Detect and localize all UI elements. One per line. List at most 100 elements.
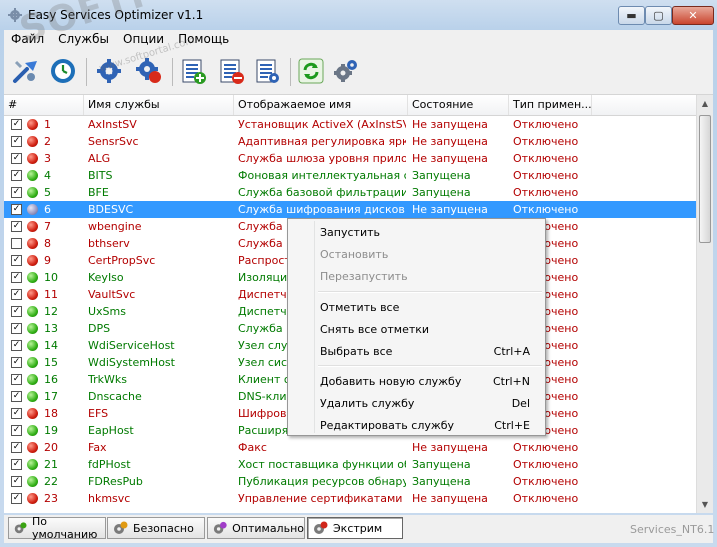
menu-help[interactable]: Помощь <box>171 32 236 46</box>
menu-file[interactable]: Файл <box>4 32 51 46</box>
row-checkbox[interactable]: ✓ <box>11 442 22 453</box>
cell-num: 22 <box>44 475 58 488</box>
row-checkbox[interactable]: ✓ <box>11 170 22 181</box>
tools-icon[interactable] <box>10 56 40 86</box>
row-checkbox[interactable]: ✓ <box>11 476 22 487</box>
profile-bar: По умолчанию Безопасно Оптимально Экстрим S… <box>4 515 714 543</box>
table-row[interactable]: ✓ 2 SensrSvc Адаптивная регулировка ярк... Н… <box>4 133 696 150</box>
title-bar[interactable]: Easy Services Optimizer v1.1 ▬ ▢ ✕ <box>0 0 717 30</box>
row-checkbox[interactable]: ✓ <box>11 187 22 198</box>
list-edit-icon[interactable] <box>252 56 282 86</box>
column-header-name[interactable]: Имя службы <box>84 95 234 115</box>
row-checkbox[interactable]: ✓ <box>11 408 22 419</box>
profile-button[interactable]: Экстрим <box>307 517 403 539</box>
cell-state: Не запущена <box>412 135 488 148</box>
row-checkbox[interactable]: ✓ <box>11 459 22 470</box>
profile-button[interactable]: По умолчанию <box>8 515 106 541</box>
gear-stop-icon[interactable] <box>134 56 164 86</box>
status-dot-icon <box>27 493 38 504</box>
row-checkbox[interactable] <box>11 238 22 249</box>
gear-green-icon <box>14 522 27 534</box>
cell-name: VaultSvc <box>88 288 136 301</box>
cell-name: Dnscache <box>88 390 142 403</box>
row-checkbox[interactable]: ✓ <box>11 391 22 402</box>
gear-red-icon <box>314 521 328 534</box>
row-checkbox[interactable]: ✓ <box>11 425 22 436</box>
row-checkbox[interactable]: ✓ <box>11 272 22 283</box>
context-menu-item[interactable]: Остановить <box>320 244 530 266</box>
refresh-icon[interactable] <box>296 56 326 86</box>
row-checkbox[interactable]: ✓ <box>11 153 22 164</box>
list-remove-icon[interactable] <box>216 56 246 86</box>
row-checkbox[interactable]: ✓ <box>11 119 22 130</box>
context-menu-item[interactable]: Редактировать службу Ctrl+E <box>320 415 530 437</box>
column-header-display[interactable]: Отображаемое имя <box>234 95 408 115</box>
row-checkbox[interactable]: ✓ <box>11 204 22 215</box>
cell-num: 4 <box>44 169 51 182</box>
row-checkbox[interactable]: ✓ <box>11 357 22 368</box>
row-checkbox[interactable]: ✓ <box>11 221 22 232</box>
table-row[interactable]: ✓ 20 Fax Факс Не запущена Отключено <box>4 439 696 456</box>
cell-num: 23 <box>44 492 58 505</box>
list-add-icon[interactable] <box>178 56 208 86</box>
cell-name: Fax <box>88 441 107 454</box>
row-checkbox[interactable]: ✓ <box>11 289 22 300</box>
table-row[interactable]: ✓ 23 hkmsvc Управление сертификатами ... Не … <box>4 490 696 507</box>
row-checkbox[interactable]: ✓ <box>11 306 22 317</box>
scroll-thumb[interactable] <box>699 115 711 243</box>
context-menu-item-label: Остановить <box>320 248 389 261</box>
context-menu-item[interactable]: Удалить службу Del <box>320 393 530 415</box>
context-menu-item[interactable]: Выбрать все Ctrl+A <box>320 341 530 363</box>
profile-button-label: Безопасно <box>133 521 194 535</box>
row-checkbox[interactable]: ✓ <box>11 340 22 351</box>
table-row[interactable]: ✓ 4 BITS Фоновая интеллектуальная с... Запущ… <box>4 167 696 184</box>
table-row[interactable]: ✓ 3 ALG Служба шлюза уровня прило... Не запу… <box>4 150 696 167</box>
menu-services[interactable]: Службы <box>51 32 116 46</box>
column-header-num[interactable]: # <box>4 95 84 115</box>
row-checkbox[interactable]: ✓ <box>11 493 22 504</box>
table-row[interactable]: ✓ 22 FDResPub Публикация ресурсов обнару...… <box>4 473 696 490</box>
table-row[interactable]: ✓ 1 AxInstSV Установщик ActiveX (AxInstSV) Н… <box>4 116 696 133</box>
table-header: # Имя службы Отображаемое имя Состояние … <box>4 95 696 116</box>
cell-num: 8 <box>44 237 51 250</box>
table-row[interactable]: ✓ 6 BDESVC Служба шифрования дисков ... Не з… <box>4 201 696 218</box>
row-checkbox[interactable]: ✓ <box>11 323 22 334</box>
close-button[interactable]: ✕ <box>672 6 714 25</box>
context-menu-item[interactable]: Добавить новую службу Ctrl+N <box>320 371 530 393</box>
clock-icon[interactable] <box>48 56 78 86</box>
table-row[interactable]: ✓ 5 BFE Служба базовой фильтрации Запущена От… <box>4 184 696 201</box>
column-header-type[interactable]: Тип примен... <box>509 95 592 115</box>
row-checkbox[interactable]: ✓ <box>11 374 22 385</box>
settings-icon[interactable] <box>330 56 360 86</box>
profile-button[interactable]: Безопасно <box>107 517 205 539</box>
status-dot-icon <box>27 187 38 198</box>
cell-display: Служба базовой фильтрации <box>238 186 406 199</box>
context-menu-item[interactable]: Отметить все <box>320 297 530 319</box>
row-checkbox[interactable]: ✓ <box>11 255 22 266</box>
status-dot-icon <box>27 442 38 453</box>
row-checkbox[interactable]: ✓ <box>11 136 22 147</box>
profile-button[interactable]: Оптимально <box>207 517 305 539</box>
cell-type: Отключено <box>513 169 579 182</box>
vertical-scrollbar[interactable]: ▲ ▼ <box>696 95 713 513</box>
cell-display: Хост поставщика функции об... <box>238 458 406 471</box>
table-row[interactable]: ✓ 21 fdPHost Хост поставщика функции об... З… <box>4 456 696 473</box>
cell-num: 3 <box>44 152 51 165</box>
scroll-down-icon[interactable]: ▼ <box>697 496 713 513</box>
maximize-button[interactable]: ▢ <box>645 6 672 25</box>
context-menu-shortcut: Ctrl+N <box>492 375 530 388</box>
minimize-button[interactable]: ▬ <box>618 6 645 25</box>
status-dot-icon <box>27 289 38 300</box>
column-header-state[interactable]: Состояние <box>408 95 509 115</box>
context-menu-item[interactable]: Запустить <box>320 222 530 244</box>
gear-list-icon[interactable] <box>94 56 124 86</box>
context-menu-item[interactable]: Перезапустить <box>320 266 530 288</box>
context-menu-shortcut: Del <box>511 397 530 410</box>
status-dot-icon <box>27 391 38 402</box>
cell-name: WdiServiceHost <box>88 339 175 352</box>
cell-display: Служба шифрования дисков ... <box>238 203 406 216</box>
scroll-up-icon[interactable]: ▲ <box>697 95 713 112</box>
context-menu-item[interactable]: Снять все отметки <box>320 319 530 341</box>
menu-options[interactable]: Опции <box>116 32 171 46</box>
cell-type: Отключено <box>513 458 579 471</box>
